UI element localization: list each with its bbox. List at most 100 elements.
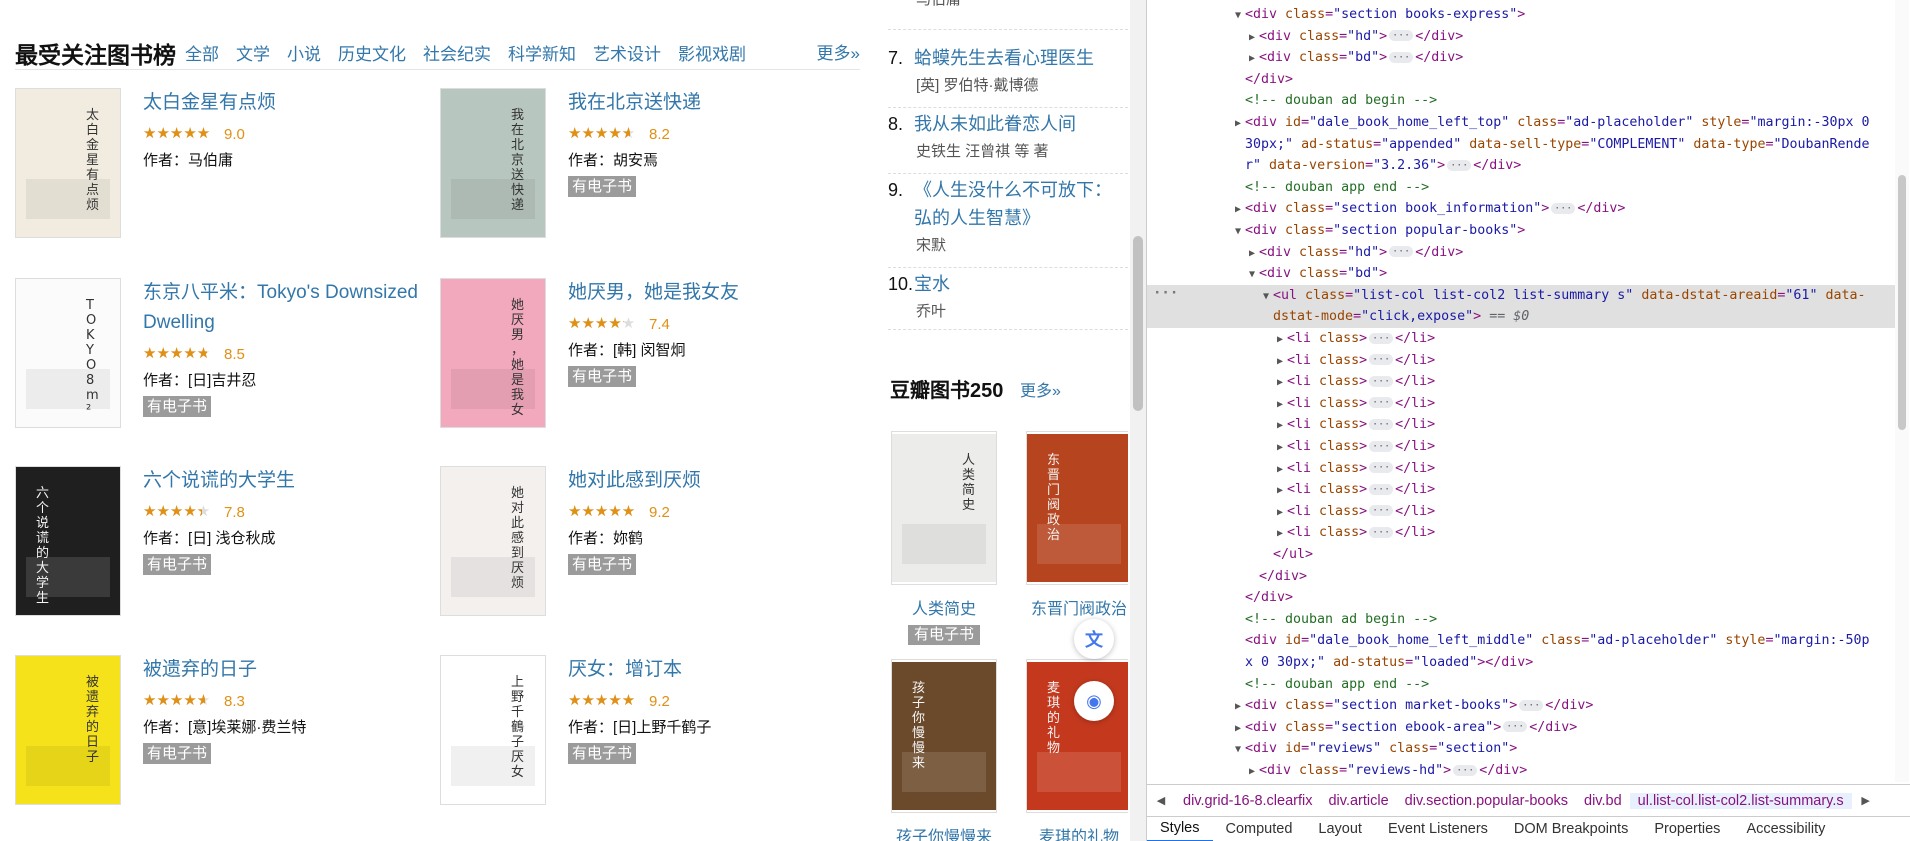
dom-node-line[interactable]: dstat-mode="click,expose"> == $0 bbox=[1147, 306, 1895, 328]
dom-node-line[interactable]: ▶ <li class> ··· </li> bbox=[1147, 436, 1895, 458]
dom-node-line[interactable]: ▶ <div class="section book_information"> ·… bbox=[1147, 198, 1895, 220]
dom-node-line[interactable]: ▶ <li class> ··· </li> bbox=[1147, 371, 1895, 393]
collapse-triangle-icon[interactable]: ▶ bbox=[1273, 372, 1287, 394]
expand-triangle-icon[interactable]: ▼ bbox=[1231, 221, 1245, 243]
category-tab[interactable]: 科学新知 bbox=[508, 40, 576, 65]
collapse-triangle-icon[interactable]: ▶ bbox=[1245, 27, 1259, 49]
book-title[interactable]: 我在北京送快递 bbox=[568, 88, 858, 118]
top250-cover[interactable]: 麦琪的礼物 bbox=[1026, 659, 1128, 813]
dom-node-line[interactable]: <div id="dale_book_home_left_middle" cla… bbox=[1147, 630, 1895, 652]
tab-styles[interactable]: Styles bbox=[1147, 816, 1213, 841]
book-cover[interactable]: 上野千鶴子厌女 bbox=[440, 655, 546, 805]
dom-node-line[interactable]: ▶ <li class> ··· </li> bbox=[1147, 328, 1895, 350]
book-cover[interactable]: 她厌男，她是我女 bbox=[440, 278, 546, 428]
collapse-triangle-icon[interactable]: ▶ bbox=[1231, 696, 1245, 718]
ranking-item[interactable]: 10. 宝水 乔叶 bbox=[888, 270, 1128, 330]
book-item[interactable]: 太白金星有点烦太白金星有点烦 ★★★★★ ★★★★★ 9.0 作者：马伯庸 bbox=[15, 88, 435, 248]
dom-node-line[interactable]: ▼ <ul class="list-col list-col2 list-summ… bbox=[1147, 284, 1895, 308]
collapse-triangle-icon[interactable]: ▶ bbox=[1273, 394, 1287, 416]
top250-book[interactable]: 孩子你慢慢来孩子你慢慢来 bbox=[891, 659, 997, 841]
dom-node-line[interactable]: ▼ <div class="section popular-books"> bbox=[1147, 220, 1895, 242]
tab-accessibility[interactable]: Accessibility bbox=[1733, 817, 1838, 841]
category-tab[interactable]: 历史文化 bbox=[338, 40, 406, 65]
dom-node-line[interactable]: ▶ <li class> ··· </li> bbox=[1147, 393, 1895, 415]
dom-node-line[interactable]: ▶ <div id="dale_book_home_left_top" class… bbox=[1147, 112, 1895, 134]
collapse-triangle-icon[interactable]: ▶ bbox=[1273, 351, 1287, 373]
dom-node-line[interactable]: ▶ <li class> ··· </li> bbox=[1147, 350, 1895, 372]
collapse-triangle-icon[interactable]: ▶ bbox=[1245, 48, 1259, 70]
ranking-title-text[interactable]: 《人生没什么不可放下：弘的人生智慧》 bbox=[914, 176, 1128, 232]
collapse-triangle-icon[interactable]: ▶ bbox=[1231, 718, 1245, 740]
dom-node-line[interactable]: 30px;" ad-status="appended" data-sell-ty… bbox=[1147, 134, 1895, 156]
assistant-icon[interactable]: ◉ bbox=[1074, 681, 1114, 721]
dom-node-line[interactable]: ▶ <li class> ··· </li> bbox=[1147, 522, 1895, 544]
top250-name[interactable]: 孩子你慢慢来 bbox=[891, 823, 997, 841]
ranking-title[interactable]: 7. 蛤蟆先生去看心理医生 bbox=[888, 44, 1128, 72]
book-cover[interactable]: 六个说谎的大学生 bbox=[15, 466, 121, 616]
ranking-title-text[interactable]: 我从未如此眷恋人间 bbox=[914, 110, 1076, 138]
top250-cover[interactable]: 人类简史 bbox=[891, 431, 997, 585]
breadcrumb-item[interactable]: div.section.popular-books bbox=[1397, 793, 1576, 809]
collapse-triangle-icon[interactable]: ▶ bbox=[1273, 459, 1287, 481]
tab-computed[interactable]: Computed bbox=[1213, 817, 1306, 841]
top250-name[interactable]: 人类简史 bbox=[891, 595, 997, 619]
ranking-title[interactable]: 10. 宝水 bbox=[888, 270, 1128, 298]
ranking-item[interactable]: 7. 蛤蟆先生去看心理医生 [英] 罗伯特·戴博德 bbox=[888, 44, 1128, 108]
collapse-triangle-icon[interactable]: ▶ bbox=[1273, 437, 1287, 459]
ranking-item[interactable]: 8. 我从未如此眷恋人间 史铁生 汪曾祺 等 著 bbox=[888, 110, 1128, 174]
book-cover[interactable]: 太白金星有点烦 bbox=[15, 88, 121, 238]
book-item[interactable]: 她厌男，她是我女她厌男，她是我女友★★★★★★★★★★7.4作者：[韩] 闵智炯… bbox=[440, 278, 860, 438]
ranking-item[interactable]: 马伯庸 bbox=[888, 0, 1128, 30]
expand-triangle-icon[interactable]: ▼ bbox=[1259, 286, 1273, 308]
ranking-title-text[interactable]: 蛤蟆先生去看心理医生 bbox=[914, 44, 1094, 72]
breadcrumb-item[interactable]: div.bd bbox=[1576, 793, 1630, 809]
book-cover[interactable]: 我在北京送快递 bbox=[440, 88, 546, 238]
dom-node-line[interactable]: <!-- douban app end --> bbox=[1147, 177, 1895, 199]
collapse-triangle-icon[interactable]: ▶ bbox=[1273, 523, 1287, 545]
dom-node-line[interactable]: ▶ <li class> ··· </li> bbox=[1147, 479, 1895, 501]
collapse-triangle-icon[interactable]: ▶ bbox=[1245, 243, 1259, 265]
breadcrumb-item-active[interactable]: ul.list-col.list-col2.list-summary.s bbox=[1629, 792, 1852, 809]
category-tab[interactable]: 艺术设计 bbox=[593, 40, 661, 65]
expand-triangle-icon[interactable]: ▼ bbox=[1231, 5, 1245, 27]
top250-book[interactable]: 东晋门阀政治东晋门阀政治 bbox=[1026, 431, 1128, 619]
top250-book[interactable]: 麦琪的礼物麦琪的礼物 bbox=[1026, 659, 1128, 841]
dom-node-line[interactable]: ▶ <div class="section market-books"> ··· </… bbox=[1147, 695, 1895, 717]
dom-node-line[interactable]: </ul> bbox=[1147, 544, 1895, 566]
tab-event-listeners[interactable]: Event Listeners bbox=[1375, 817, 1501, 841]
dom-node-line[interactable]: r" data-version="3.2.36"> ··· </div> bbox=[1147, 155, 1895, 177]
collapse-triangle-icon[interactable]: ▶ bbox=[1231, 113, 1245, 135]
collapse-triangle-icon[interactable]: ▶ bbox=[1273, 415, 1287, 437]
page-scrollbar[interactable] bbox=[1130, 0, 1146, 841]
more-link[interactable]: 更多» bbox=[817, 39, 860, 64]
breadcrumb-item[interactable]: div.article bbox=[1320, 793, 1396, 809]
dom-node-line[interactable]: ▶ <div class="reviews-hd"> ··· </div> bbox=[1147, 760, 1895, 782]
dom-node-line[interactable]: ▶ <li class> ··· </li> bbox=[1147, 501, 1895, 523]
collapse-triangle-icon[interactable]: ▶ bbox=[1273, 329, 1287, 351]
dom-node-line[interactable]: <!-- douban ad begin --> bbox=[1147, 609, 1895, 631]
dom-node-line[interactable]: ▼ <div id="reviews" class="section"> bbox=[1147, 738, 1895, 760]
collapse-triangle-icon[interactable]: ▶ bbox=[1273, 480, 1287, 502]
book-item[interactable]: T O K Y O 8 m ² 东京八平米：Tokyo's Downsized Dwelling… bbox=[15, 278, 435, 438]
book-item[interactable]: 她对此感到厌烦她对此感到厌烦 ★★★★★ ★★★★★ 9.2 作者：妳鹤 有电子书 bbox=[440, 466, 860, 626]
dom-node-line[interactable]: </div> bbox=[1147, 587, 1895, 609]
scrollbar-thumb[interactable] bbox=[1898, 175, 1906, 430]
breadcrumb-right-icon[interactable]: ▶ bbox=[1852, 794, 1880, 807]
tab-properties[interactable]: Properties bbox=[1641, 817, 1733, 841]
ranking-item[interactable]: 9. 《人生没什么不可放下：弘的人生智慧》 宋默 bbox=[888, 176, 1128, 268]
dom-node-line[interactable]: </div> bbox=[1147, 69, 1895, 91]
node-actions-icon[interactable]: ··· bbox=[1153, 285, 1178, 301]
collapse-triangle-icon[interactable]: ▶ bbox=[1231, 199, 1245, 221]
dom-node-line[interactable]: x 0 30px;" ad-status="loaded"></div> bbox=[1147, 652, 1895, 674]
ranking-title[interactable]: 9. 《人生没什么不可放下：弘的人生智慧》 bbox=[888, 176, 1128, 232]
book-title[interactable]: 厌女：增订本 bbox=[568, 655, 858, 685]
top250-name[interactable]: 东晋门阀政治 bbox=[1026, 595, 1128, 619]
book-title[interactable]: 六个说谎的大学生 bbox=[143, 466, 433, 496]
book-cover[interactable]: 她对此感到厌烦 bbox=[440, 466, 546, 616]
tab-layout[interactable]: Layout bbox=[1305, 817, 1375, 841]
book-cover[interactable]: 被遗弃的日子 bbox=[15, 655, 121, 805]
book-title[interactable]: 她对此感到厌烦 bbox=[568, 466, 858, 496]
dom-node-line[interactable]: ▶ <div class="bd"> ··· </div> bbox=[1147, 47, 1895, 69]
category-tab[interactable]: 社会纪实 bbox=[423, 40, 491, 65]
dom-node-line[interactable]: ▶ <div class="hd"> ··· </div> bbox=[1147, 26, 1895, 48]
